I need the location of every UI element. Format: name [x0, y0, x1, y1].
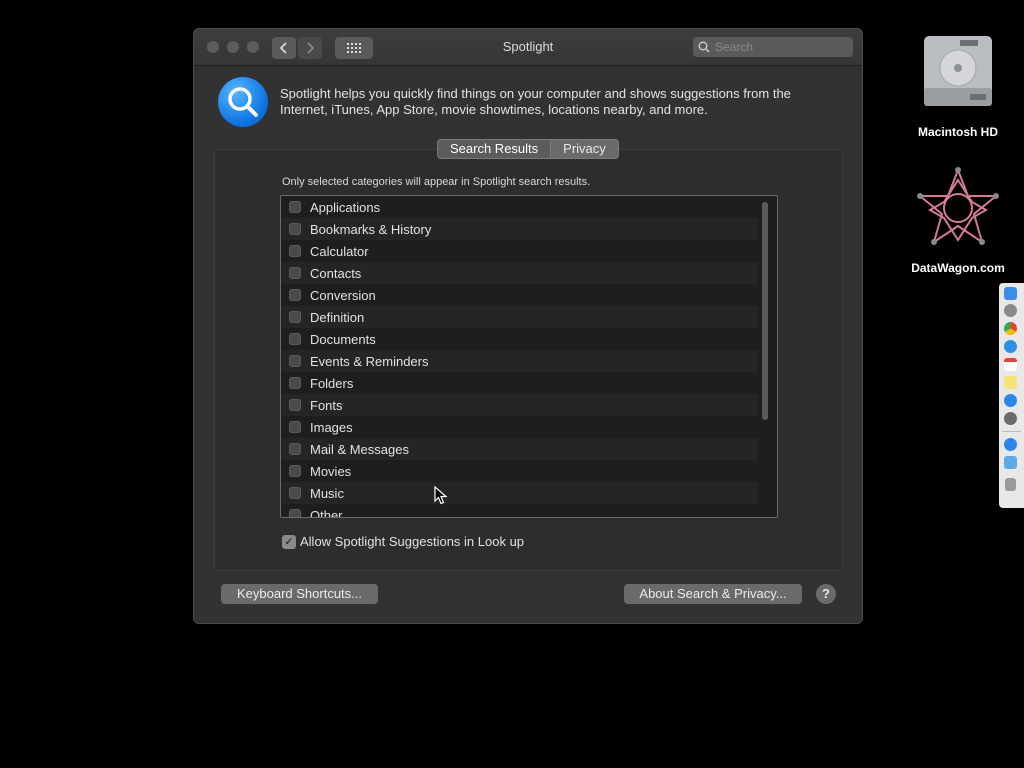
list-item[interactable]: Calculator	[281, 240, 758, 262]
category-label: Bookmarks & History	[310, 221, 432, 237]
launchpad-icon[interactable]	[1004, 304, 1017, 317]
trash-icon[interactable]	[1005, 478, 1016, 491]
app-store-icon[interactable]	[1004, 438, 1017, 451]
safari-icon[interactable]	[1004, 340, 1017, 353]
spotlight-icon	[218, 77, 268, 127]
category-label: Folders	[310, 375, 354, 391]
show-all-button[interactable]	[335, 37, 373, 59]
scrollbar-thumb[interactable]	[762, 202, 768, 420]
search-field[interactable]	[693, 37, 853, 57]
list-item[interactable]: Music	[281, 482, 758, 504]
category-checkbox[interactable]	[289, 421, 301, 433]
grid-icon	[347, 43, 361, 53]
list-item[interactable]: Images	[281, 416, 758, 438]
list-item[interactable]: Bookmarks & History	[281, 218, 758, 240]
chevron-right-icon	[307, 42, 315, 54]
category-label: Definition	[310, 309, 365, 325]
datawagon-desktop-icon[interactable]	[914, 166, 1002, 250]
mouse-cursor-icon	[434, 486, 448, 505]
search-input[interactable]	[715, 37, 847, 57]
title-bar: Spotlight	[194, 29, 862, 66]
window-title: Spotlight	[502, 39, 554, 54]
allow-suggestions-checkbox[interactable]: ✓	[282, 535, 296, 549]
calendar-icon[interactable]	[1004, 358, 1017, 371]
category-label: Applications	[310, 199, 381, 215]
list-item[interactable]: Events & Reminders	[281, 350, 758, 372]
category-label: Fonts	[310, 397, 343, 413]
category-checkbox[interactable]	[289, 201, 301, 213]
macintosh-hd-desktop-icon[interactable]	[920, 32, 996, 112]
app-store-icon[interactable]	[1004, 394, 1017, 407]
allow-suggestions-label: Allow Spotlight Suggestions in Look up	[300, 534, 525, 549]
category-checkbox[interactable]	[289, 267, 301, 279]
back-button[interactable]	[272, 37, 296, 59]
keyboard-shortcuts-button[interactable]: Keyboard Shortcuts...	[221, 584, 378, 604]
category-checkbox[interactable]	[289, 509, 301, 517]
category-label: Other	[310, 507, 343, 518]
notes-icon[interactable]	[1004, 376, 1017, 389]
category-checkbox[interactable]	[289, 311, 301, 323]
category-checkbox[interactable]	[289, 487, 301, 499]
search-icon	[698, 41, 710, 53]
system-preferences-icon[interactable]	[1004, 412, 1017, 425]
finder-icon[interactable]	[1004, 287, 1017, 300]
category-label: Contacts	[310, 265, 362, 281]
list-item[interactable]: Documents	[281, 328, 758, 350]
categories-hint: Only selected categories will appear in …	[282, 176, 591, 188]
category-label: Mail & Messages	[310, 441, 409, 457]
list-item[interactable]: Definition	[281, 306, 758, 328]
category-checkbox[interactable]	[289, 355, 301, 367]
list-item[interactable]: Fonts	[281, 394, 758, 416]
minimize-window-button[interactable]	[227, 41, 239, 53]
category-label: Music	[310, 485, 344, 501]
datawagon-label: DataWagon.com	[911, 261, 1005, 275]
chevron-left-icon	[279, 42, 287, 54]
list-scrollbar[interactable]	[761, 200, 769, 512]
category-label: Movies	[310, 463, 352, 479]
category-checkbox[interactable]	[289, 245, 301, 257]
category-checkbox[interactable]	[289, 289, 301, 301]
help-button[interactable]: ?	[816, 584, 836, 604]
category-checkbox[interactable]	[289, 333, 301, 345]
tab-search-results[interactable]: Search Results	[437, 139, 551, 159]
about-search-privacy-button[interactable]: About Search & Privacy...	[624, 584, 802, 604]
category-checkbox[interactable]	[289, 223, 301, 235]
spotlight-preferences-window: Spotlight Spotlight helps you quickly fi…	[194, 29, 862, 623]
macintosh-hd-label: Macintosh HD	[917, 125, 998, 139]
category-label: Events & Reminders	[310, 353, 429, 369]
list-item[interactable]: Mail & Messages	[281, 438, 758, 460]
list-item[interactable]: Movies	[281, 460, 758, 482]
category-checkbox[interactable]	[289, 465, 301, 477]
tab-bar: Search Results Privacy	[437, 139, 619, 159]
list-item[interactable]: Contacts	[281, 262, 758, 284]
list-item[interactable]: Folders	[281, 372, 758, 394]
category-label: Documents	[310, 331, 376, 347]
geometric-star-icon	[917, 167, 999, 245]
categories-list[interactable]: Applications Bookmarks & History Calcula…	[280, 195, 778, 518]
spotlight-description: Spotlight helps you quickly find things …	[280, 86, 791, 117]
zoom-window-button[interactable]	[247, 41, 259, 53]
chrome-icon[interactable]	[1004, 322, 1017, 335]
forward-button[interactable]	[298, 37, 322, 59]
dock	[999, 283, 1024, 508]
close-window-button[interactable]	[207, 41, 219, 53]
category-checkbox[interactable]	[289, 443, 301, 455]
dock-divider	[1002, 431, 1021, 432]
category-label: Calculator	[310, 243, 369, 259]
list-item[interactable]: Other	[281, 504, 758, 518]
folder-icon[interactable]	[1004, 456, 1017, 469]
list-item[interactable]: Conversion	[281, 284, 758, 306]
category-checkbox[interactable]	[289, 377, 301, 389]
category-label: Images	[310, 419, 353, 435]
tab-privacy[interactable]: Privacy	[550, 139, 619, 159]
category-checkbox[interactable]	[289, 399, 301, 411]
list-item[interactable]: Applications	[281, 196, 758, 218]
category-label: Conversion	[310, 287, 376, 303]
hard-drive-icon	[924, 36, 992, 106]
